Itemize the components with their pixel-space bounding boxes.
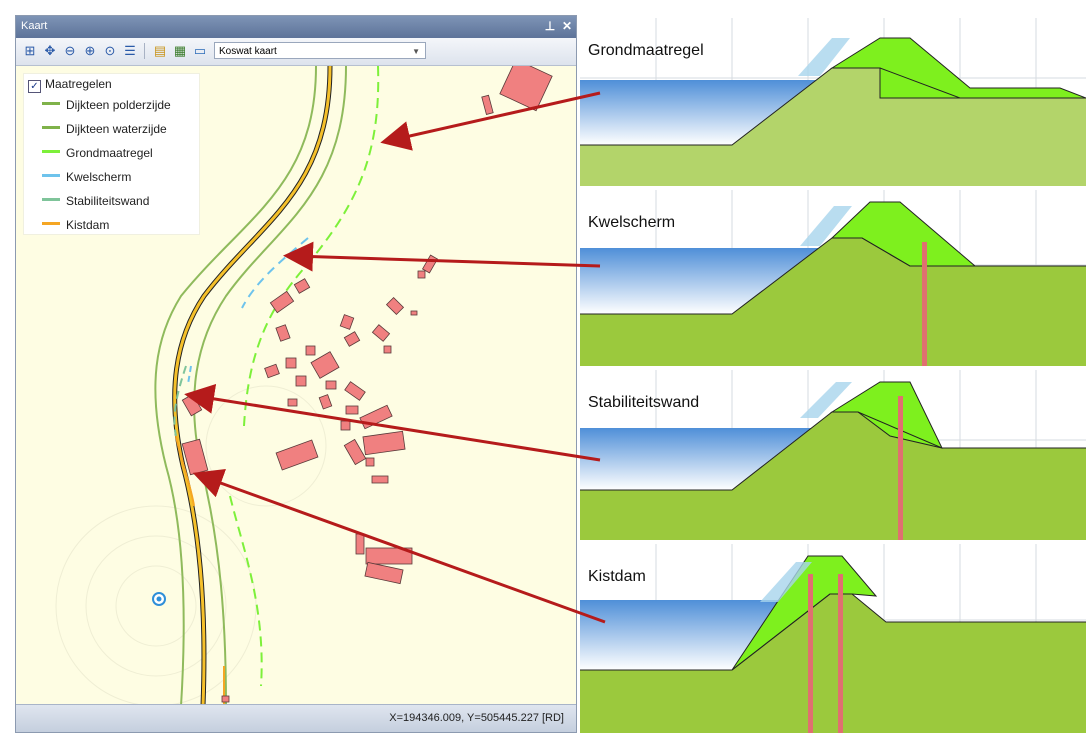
- profile-kistdam: Kistdam: [580, 544, 1086, 733]
- layer-select[interactable]: Koswat kaart ▼: [214, 42, 426, 59]
- legend-item-label: Dijkteen waterzijde: [66, 122, 167, 136]
- legend-group[interactable]: ✓ Maatregelen: [28, 77, 112, 93]
- kistdam-wall-right: [838, 574, 843, 733]
- legend-swatch: [42, 126, 60, 129]
- maatregelen-checkbox[interactable]: ✓: [28, 80, 41, 93]
- zoom-in-icon[interactable]: ⊕: [82, 43, 98, 59]
- zoom-extent-icon[interactable]: ⊞: [22, 43, 38, 59]
- close-icon[interactable]: ✕: [560, 19, 574, 33]
- legend-item-kistdam: Kistdam: [42, 218, 109, 234]
- kistdam-wall-left: [808, 574, 813, 733]
- layer-edit-icon[interactable]: ▦: [172, 43, 188, 59]
- toolbar-separator: [144, 43, 147, 59]
- chevron-down-icon[interactable]: ▼: [412, 43, 420, 60]
- map-window: Kaart ⊥ ✕ ⊞ ✥ ⊖ ⊕ ⊙ ☰ ▤ ▦ ▭ Koswat kaart…: [15, 15, 577, 733]
- profile-label: Kistdam: [588, 568, 646, 585]
- map-statusbar: X=194346.009, Y=505445.227 [RD]: [16, 704, 576, 732]
- legend-swatch: [42, 102, 60, 105]
- stabiliteitswand-wall: [898, 396, 903, 540]
- grondmaatregel-line-2: [229, 495, 263, 687]
- legend-group-label: Maatregelen: [45, 77, 112, 91]
- pan-icon[interactable]: ✥: [42, 43, 58, 59]
- layer-image-icon[interactable]: ▭: [192, 43, 208, 59]
- legend-item-dijkteen-polderzijde: Dijkteen polderzijde: [42, 98, 171, 114]
- map-title: Kaart: [21, 20, 48, 32]
- pin-icon[interactable]: ⊥: [543, 19, 557, 33]
- legend-item-stabiliteitswand: Stabiliteitswand: [42, 194, 149, 210]
- legend-item-kwelscherm: Kwelscherm: [42, 170, 131, 186]
- legend-item-label: Dijkteen polderzijde: [66, 98, 171, 112]
- map-titlebar: Kaart ⊥ ✕: [16, 16, 576, 38]
- layer-select-value: Koswat kaart: [219, 46, 277, 57]
- profile-drawing: [580, 544, 1086, 733]
- legend-swatch: [42, 174, 60, 177]
- kwelscherm-line: [241, 237, 309, 309]
- profile-label: Kwelscherm: [588, 214, 676, 231]
- layer-add-icon[interactable]: ▤: [152, 43, 168, 59]
- profile-label: Grondmaatregel: [588, 42, 704, 59]
- kwelscherm-wall: [922, 242, 927, 366]
- profile-grondmaatregel: Grondmaatregel: [580, 18, 1086, 186]
- zoom-out-icon[interactable]: ⊖: [62, 43, 78, 59]
- profile-kwelscherm: Kwelscherm: [580, 190, 1086, 366]
- legend-item-dijkteen-waterzijde: Dijkteen waterzijde: [42, 122, 167, 138]
- legend-swatch: [42, 150, 60, 153]
- map-toolbar: ⊞ ✥ ⊖ ⊕ ⊙ ☰ ▤ ▦ ▭ Koswat kaart ▼: [16, 38, 576, 66]
- legend-swatch: [42, 222, 60, 225]
- legend-item-label: Kistdam: [66, 218, 110, 232]
- profile-label: Stabiliteitswand: [588, 394, 700, 411]
- map-legend: ✓ Maatregelen Dijkteen polderzijde Dijkte…: [24, 74, 199, 234]
- legend-item-label: Grondmaatregel: [66, 146, 153, 160]
- legend-item-label: Kwelscherm: [66, 170, 132, 184]
- legend-item-grondmaatregel: Grondmaatregel: [42, 146, 153, 162]
- legend-swatch: [42, 198, 60, 201]
- coordinate-readout: X=194346.009, Y=505445.227 [RD]: [389, 712, 564, 724]
- zoom-window-icon[interactable]: ⊙: [102, 43, 118, 59]
- legend-list-icon[interactable]: ☰: [122, 43, 138, 59]
- profile-stabiliteitswand: Stabiliteitswand: [580, 370, 1086, 540]
- legend-item-label: Stabiliteitswand: [66, 194, 150, 208]
